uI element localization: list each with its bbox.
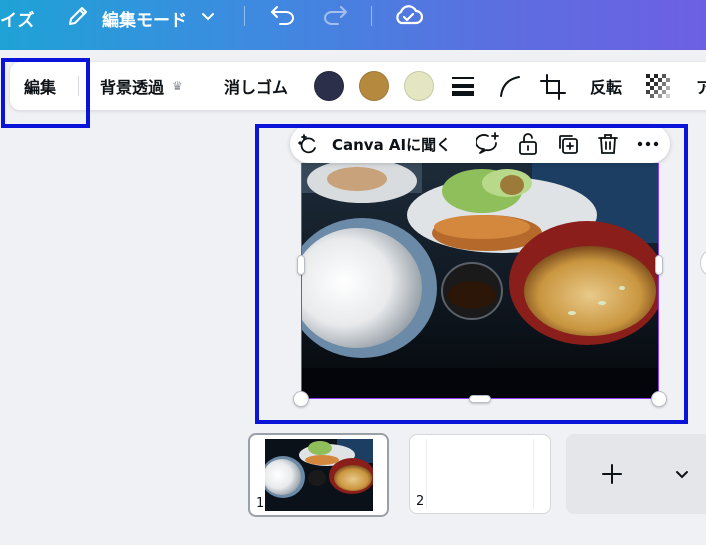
- header-title-fragment: イズ: [0, 11, 36, 31]
- page-thumbnail-2[interactable]: 2: [409, 434, 551, 514]
- color-swatch-cream[interactable]: [404, 71, 434, 101]
- crop-icon[interactable]: [540, 74, 566, 100]
- color-swatch-gold[interactable]: [359, 71, 389, 101]
- edit-mode-menu[interactable]: 編集モード: [102, 6, 187, 31]
- redo-icon[interactable]: [322, 4, 348, 26]
- header-divider: [244, 6, 245, 26]
- page-1-preview: [265, 439, 373, 511]
- plus-icon: [602, 464, 622, 484]
- line-weight-icon[interactable]: [452, 76, 474, 96]
- image-context-toolbar: 編集 背景透過 ♛ 消しゴム 反転 ア: [10, 62, 706, 110]
- page-thumbnail-1[interactable]: 1: [248, 433, 389, 517]
- eraser-button[interactable]: 消しゴム: [224, 62, 288, 110]
- cloud-saved-icon[interactable]: [393, 2, 423, 28]
- background-remove-label: 背景透過: [100, 78, 165, 97]
- top-header: イズ 編集モード: [0, 0, 706, 50]
- edge-control[interactable]: [700, 248, 706, 278]
- toolbar-truncated-item[interactable]: ア: [696, 62, 706, 110]
- transparency-icon[interactable]: [646, 74, 670, 98]
- color-swatch-navy[interactable]: [314, 71, 344, 101]
- flip-button[interactable]: 反転: [590, 62, 622, 110]
- chevron-down-icon[interactable]: [200, 8, 216, 24]
- header-divider: [371, 6, 372, 26]
- add-page-button[interactable]: [566, 434, 706, 514]
- page-number-1: 1: [256, 496, 265, 511]
- highlight-selected-image: [255, 124, 688, 424]
- crown-icon: ♛: [172, 79, 183, 93]
- chevron-down-icon[interactable]: [674, 466, 690, 482]
- page-2-preview: [426, 439, 534, 509]
- curve-icon[interactable]: [498, 75, 522, 97]
- page-number-2: 2: [416, 494, 425, 509]
- background-remove-button[interactable]: 背景透過 ♛: [100, 62, 183, 110]
- pencil-icon[interactable]: [66, 4, 90, 28]
- highlight-edit-button: [1, 58, 90, 128]
- undo-icon[interactable]: [270, 4, 296, 26]
